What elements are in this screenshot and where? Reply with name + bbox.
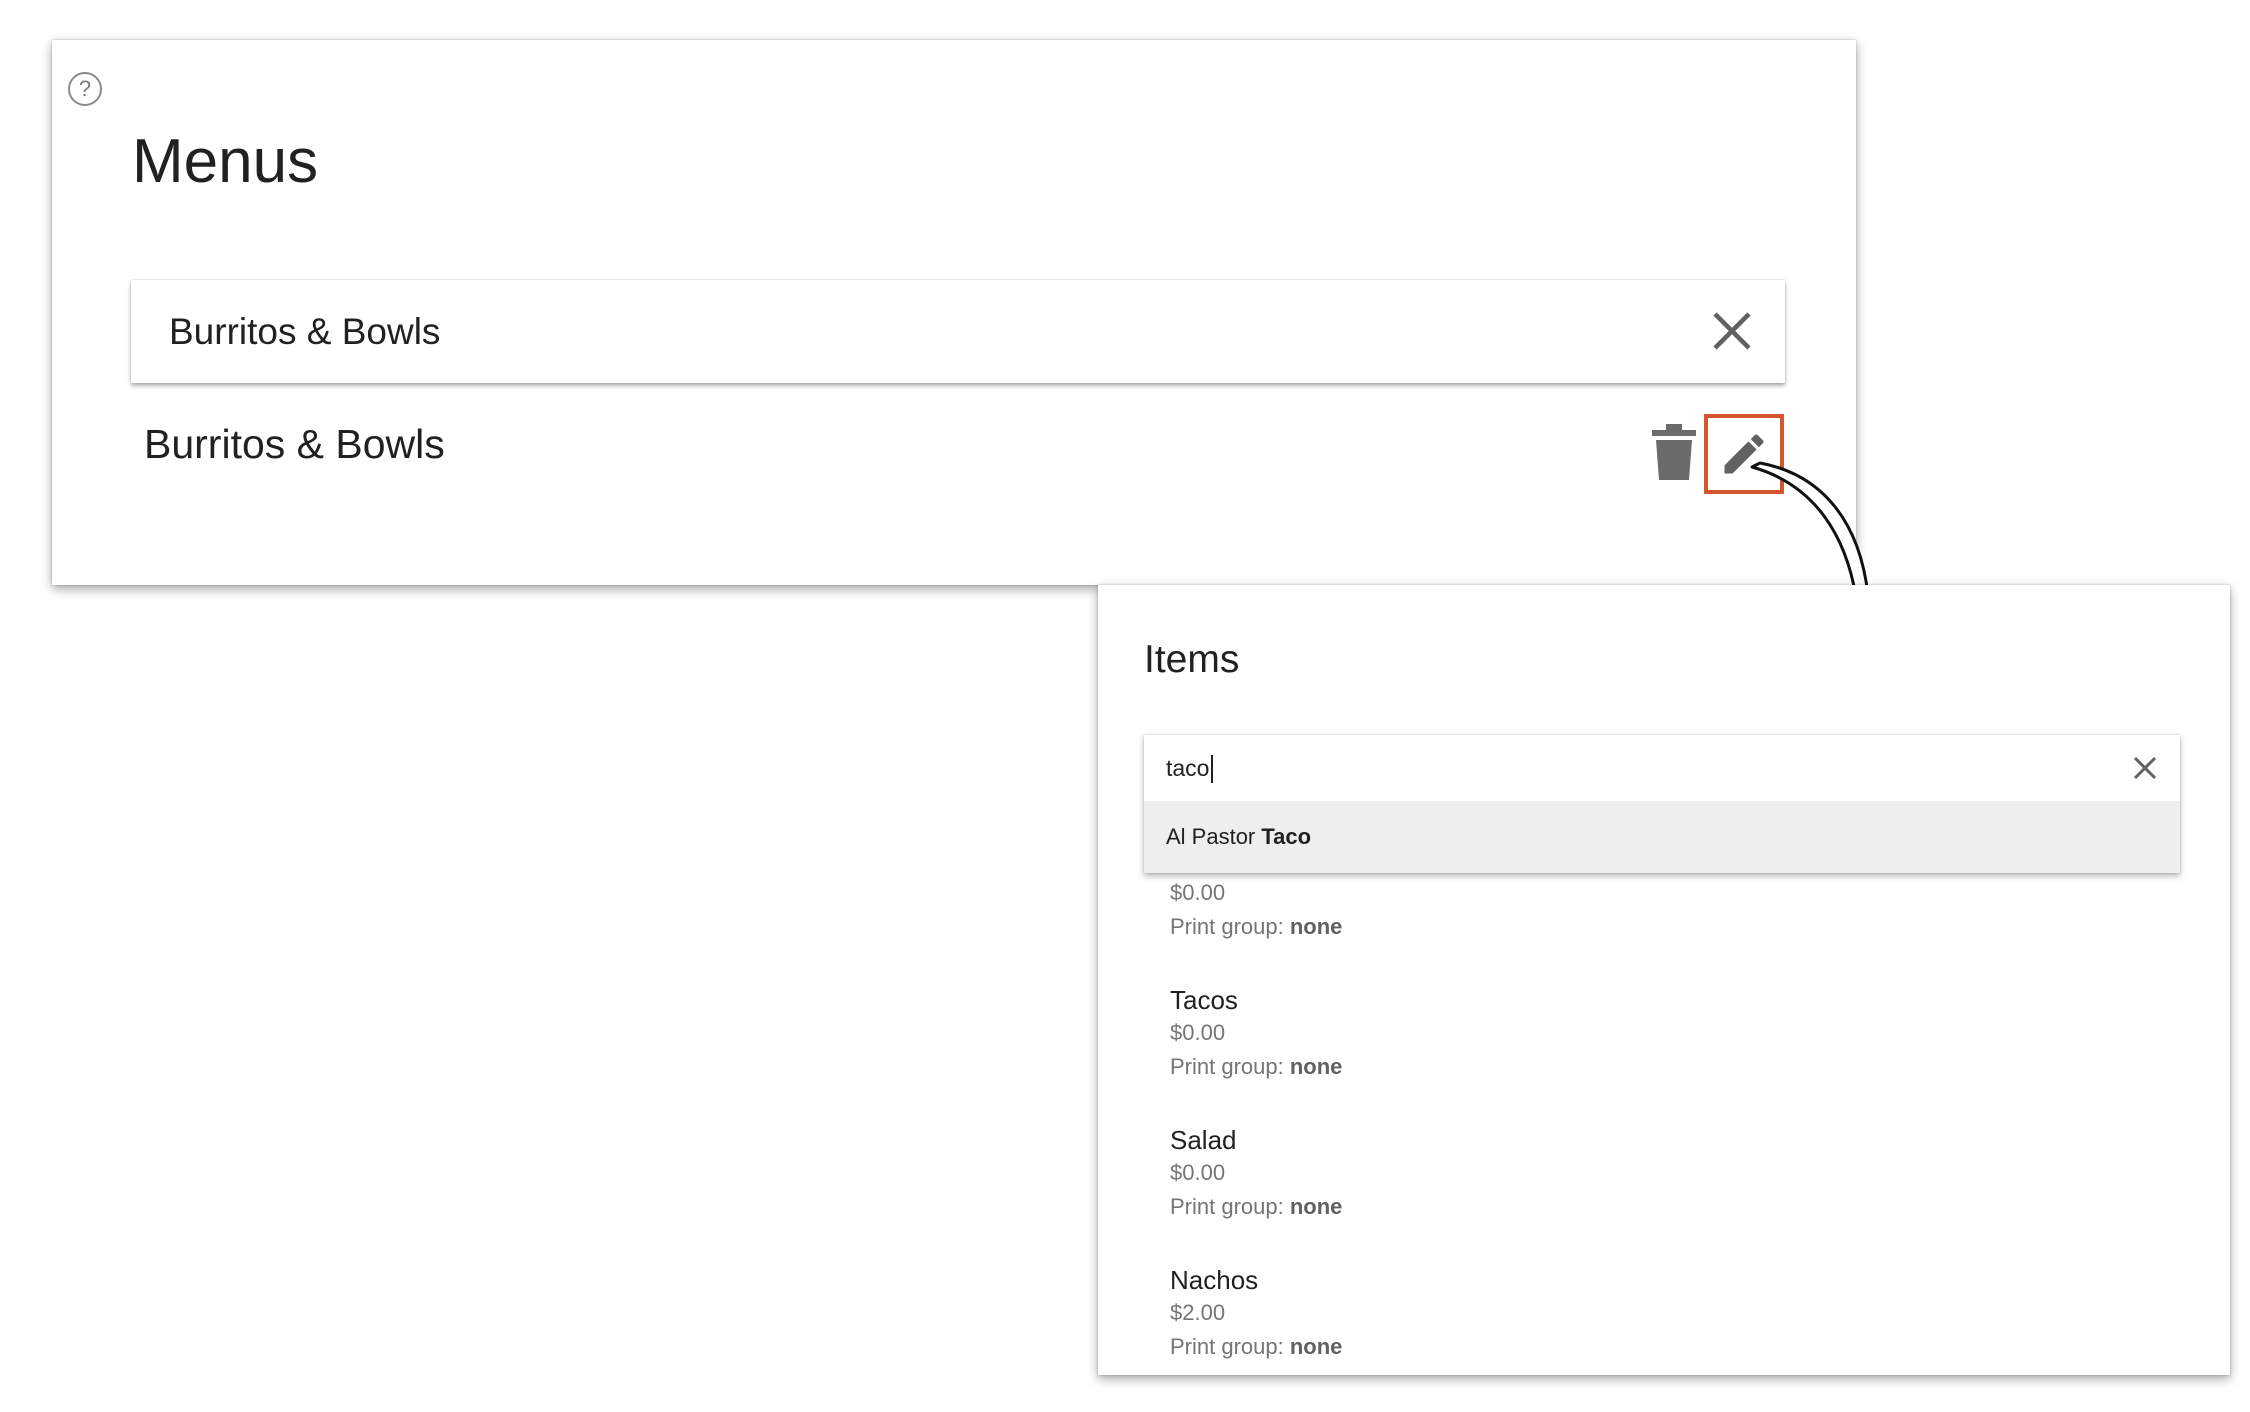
menu-name-input[interactable] [169,280,1649,383]
close-icon[interactable] [1709,308,1755,354]
item-price: $0.00 [1170,1020,1226,1045]
item-price: $2.00 [1170,1300,1226,1325]
page-title: Menus [132,127,319,196]
item-print-group: Print group: none [1170,1194,1343,1219]
menu-row-label: Burritos & Bowls [144,421,445,467]
list-item[interactable]: Nachos $2.00 Print group: none [1170,1243,2070,1375]
item-name: Nachos [1170,1265,1259,1295]
text-caret [1211,755,1214,783]
item-print-group: Print group: none [1170,1054,1343,1079]
item-search-input[interactable] [1166,735,2106,801]
help-icon[interactable]: ? [68,72,102,106]
item-price: $0.00 [1170,1160,1226,1185]
menu-name-field [131,280,1785,383]
item-price: $0.00 [1170,880,1226,905]
suggestion-label: Al Pastor Taco [1166,824,1312,849]
item-list: $0.00 Print group: none Tacos $0.00 Prin… [1170,823,2070,1375]
items-title: Items [1144,638,1240,681]
items-panel: Items $0.00 Print group: none Tacos $0.0… [1098,585,2230,1375]
close-icon[interactable] [2130,753,2160,783]
item-name: Tacos [1170,985,1238,1015]
list-item[interactable]: Tacos $0.00 Print group: none [1170,963,2070,1103]
search-suggestion[interactable]: Al Pastor Taco [1144,801,2180,873]
list-item[interactable]: Salad $0.00 Print group: none [1170,1103,2070,1243]
item-name: Salad [1170,1125,1237,1155]
item-print-group: Print group: none [1170,914,1343,939]
trash-icon[interactable] [1648,422,1700,482]
item-search-box: Al Pastor Taco [1144,735,2180,873]
item-print-group: Print group: none [1170,1334,1343,1359]
menus-panel: ? Menus Burritos & Bowls [52,40,1856,585]
